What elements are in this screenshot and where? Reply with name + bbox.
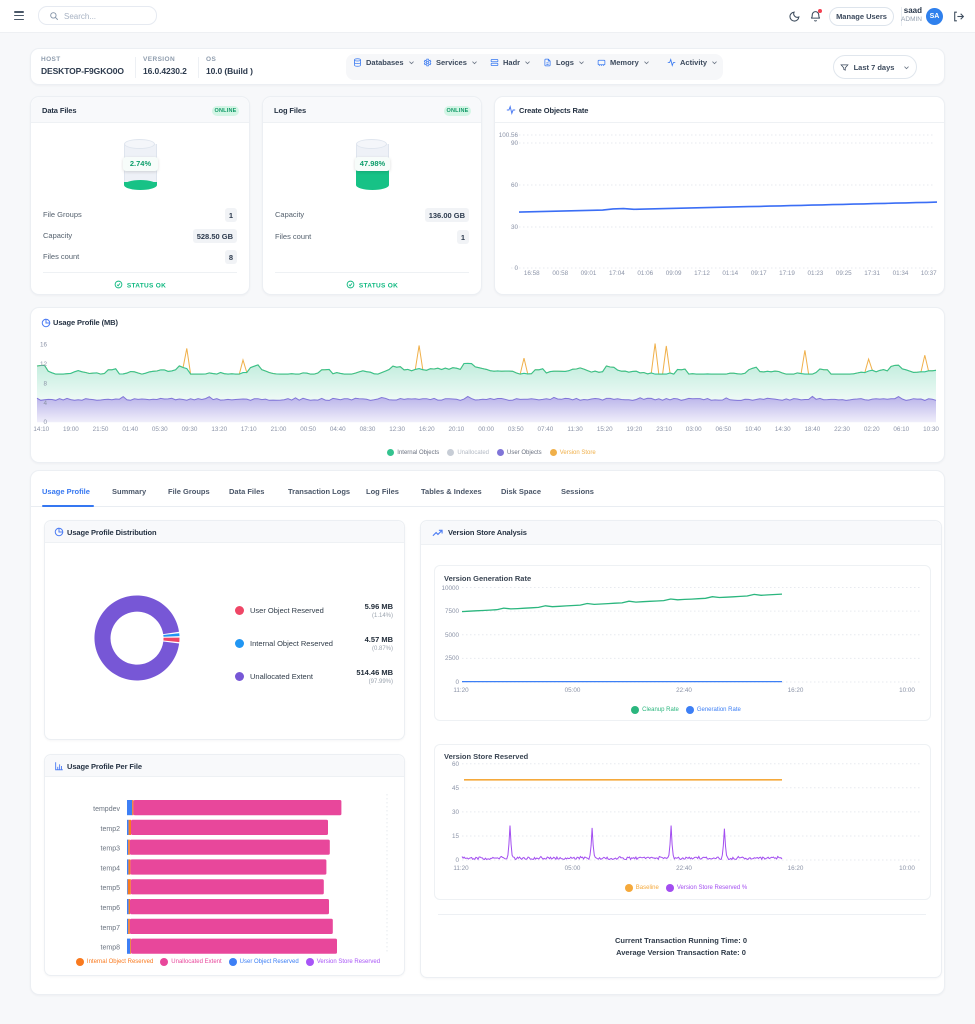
- svg-text:09:09: 09:09: [666, 270, 682, 277]
- svg-text:temp4: temp4: [101, 865, 121, 872]
- svg-text:02:20: 02:20: [864, 426, 880, 433]
- svg-text:01:34: 01:34: [893, 270, 909, 277]
- svg-text:17:12: 17:12: [694, 270, 710, 277]
- svg-text:09:30: 09:30: [182, 426, 198, 433]
- svg-text:16: 16: [40, 342, 48, 349]
- svg-text:temp2: temp2: [101, 826, 121, 833]
- svg-text:17:04: 17:04: [609, 270, 625, 277]
- svg-text:0: 0: [43, 419, 47, 426]
- svg-text:temp6: temp6: [101, 905, 121, 912]
- svg-text:09:25: 09:25: [836, 270, 852, 277]
- svg-text:16:20: 16:20: [788, 865, 804, 872]
- svg-text:45: 45: [452, 785, 460, 792]
- svg-text:01:23: 01:23: [808, 270, 824, 277]
- svg-text:18:40: 18:40: [805, 426, 821, 433]
- svg-text:07:40: 07:40: [538, 426, 554, 433]
- svg-text:temp5: temp5: [101, 885, 121, 892]
- svg-text:4: 4: [43, 400, 47, 407]
- svg-text:22:40: 22:40: [676, 865, 692, 872]
- svg-text:06:10: 06:10: [893, 426, 909, 433]
- svg-text:14:10: 14:10: [33, 426, 49, 433]
- svg-text:00:50: 00:50: [300, 426, 316, 433]
- svg-text:10000: 10000: [441, 585, 459, 592]
- svg-text:0: 0: [455, 857, 459, 864]
- svg-text:11:20: 11:20: [453, 865, 469, 872]
- svg-text:temp7: temp7: [101, 925, 121, 932]
- svg-text:5000: 5000: [445, 632, 460, 639]
- svg-text:90: 90: [511, 140, 519, 147]
- svg-text:00:58: 00:58: [552, 270, 568, 277]
- svg-text:16:58: 16:58: [524, 270, 540, 277]
- svg-text:21:50: 21:50: [93, 426, 109, 433]
- svg-text:13:20: 13:20: [211, 426, 227, 433]
- svg-text:30: 30: [452, 809, 460, 816]
- svg-text:01:40: 01:40: [122, 426, 138, 433]
- svg-text:22:40: 22:40: [676, 687, 692, 694]
- svg-text:12:30: 12:30: [389, 426, 405, 433]
- svg-text:0: 0: [455, 679, 459, 686]
- svg-text:04:40: 04:40: [330, 426, 346, 433]
- svg-text:01:14: 01:14: [722, 270, 738, 277]
- svg-text:01:06: 01:06: [637, 270, 653, 277]
- svg-text:0: 0: [514, 265, 518, 272]
- svg-text:11:30: 11:30: [567, 426, 583, 433]
- svg-text:12: 12: [40, 361, 48, 368]
- svg-text:8: 8: [43, 380, 47, 387]
- svg-text:00:00: 00:00: [478, 426, 494, 433]
- svg-text:7500: 7500: [445, 608, 460, 615]
- svg-text:05:30: 05:30: [152, 426, 168, 433]
- svg-text:05:00: 05:00: [565, 865, 581, 872]
- svg-text:03:00: 03:00: [686, 426, 702, 433]
- svg-text:10:37: 10:37: [921, 270, 937, 277]
- svg-text:10:00: 10:00: [899, 687, 915, 694]
- svg-text:03:50: 03:50: [508, 426, 524, 433]
- svg-text:11:20: 11:20: [453, 687, 469, 694]
- svg-text:temp3: temp3: [101, 846, 121, 853]
- svg-text:15:20: 15:20: [597, 426, 613, 433]
- svg-text:17:19: 17:19: [779, 270, 795, 277]
- svg-text:09:17: 09:17: [751, 270, 767, 277]
- svg-text:23:10: 23:10: [656, 426, 672, 433]
- svg-text:60: 60: [511, 182, 519, 189]
- svg-text:21:00: 21:00: [271, 426, 287, 433]
- svg-text:10:30: 10:30: [923, 426, 939, 433]
- svg-text:16:20: 16:20: [788, 687, 804, 694]
- svg-text:tempdev: tempdev: [93, 806, 120, 813]
- svg-text:temp8: temp8: [101, 945, 121, 952]
- svg-text:17:10: 17:10: [241, 426, 257, 433]
- svg-text:100.56: 100.56: [499, 132, 519, 139]
- svg-text:60: 60: [452, 761, 460, 768]
- svg-text:15: 15: [452, 833, 460, 840]
- svg-text:14:30: 14:30: [775, 426, 791, 433]
- svg-text:30: 30: [511, 224, 519, 231]
- svg-text:05:00: 05:00: [565, 687, 581, 694]
- svg-text:09:01: 09:01: [581, 270, 597, 277]
- svg-text:06:50: 06:50: [716, 426, 732, 433]
- svg-text:16:20: 16:20: [419, 426, 435, 433]
- svg-text:19:00: 19:00: [63, 426, 79, 433]
- svg-text:17:31: 17:31: [864, 270, 880, 277]
- svg-text:10:40: 10:40: [745, 426, 761, 433]
- svg-text:19:20: 19:20: [627, 426, 643, 433]
- svg-text:2500: 2500: [445, 655, 460, 662]
- svg-text:08:30: 08:30: [360, 426, 376, 433]
- svg-text:22:30: 22:30: [834, 426, 850, 433]
- svg-text:20:10: 20:10: [449, 426, 465, 433]
- svg-text:10:00: 10:00: [899, 865, 915, 872]
